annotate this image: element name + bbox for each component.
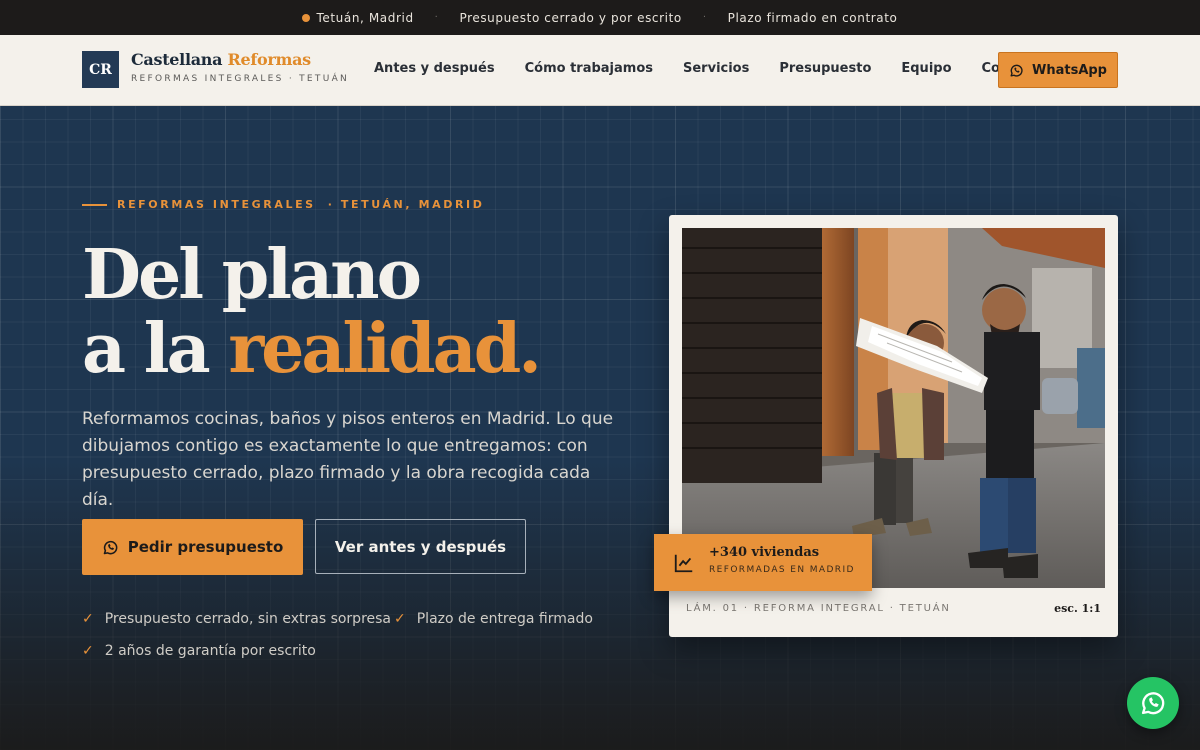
feature-item: ✓ Plazo de entrega firmado xyxy=(394,611,593,627)
topbar-point-deadline: Plazo firmado en contrato xyxy=(727,10,898,25)
request-quote-label: Pedir presupuesto xyxy=(127,538,284,556)
stat-label: REFORMADAS EN MADRID xyxy=(709,565,855,575)
headline-line-1: Del plano xyxy=(82,235,422,315)
check-icon: ✓ xyxy=(82,611,94,627)
brand-name-main: Castellana xyxy=(131,50,223,69)
headline-highlight: realidad. xyxy=(228,309,542,389)
before-after-button[interactable]: Ver antes y después xyxy=(315,519,526,574)
topbar-location: Tetuán, Madrid xyxy=(302,11,413,25)
topbar-point-budget: Presupuesto cerrado y por escrito xyxy=(459,10,682,25)
feature-item: ✓ Presupuesto cerrado, sin extras sorpre… xyxy=(82,611,391,627)
feature-text: 2 años de garantía por escrito xyxy=(104,643,316,659)
check-icon: ✓ xyxy=(82,643,94,659)
check-icon: ✓ xyxy=(394,611,406,627)
photo-scale: esc. 1:1 xyxy=(1054,602,1101,615)
eyebrow-text-services: REFORMAS INTEGRALES xyxy=(117,198,316,211)
location-dot-icon xyxy=(302,13,311,22)
projects-stat-badge: +340 viviendas REFORMADAS EN MADRID xyxy=(654,534,872,591)
feature-text: Plazo de entrega firmado xyxy=(416,611,593,627)
request-quote-button[interactable]: Pedir presupuesto xyxy=(82,519,303,575)
nav-item-equipo[interactable]: Equipo xyxy=(901,61,951,76)
whatsapp-icon xyxy=(103,540,118,554)
headline-line-2-plain: a la xyxy=(82,309,229,389)
photo-caption: LÁM. 01 · REFORMA INTEGRAL · TETUÁN xyxy=(686,603,951,614)
whatsapp-floating-button[interactable] xyxy=(1127,677,1179,729)
main-nav: Antes y después Cómo trabajamos Servicio… xyxy=(374,61,1047,76)
topbar-location-text: Tetuán, Madrid xyxy=(316,10,414,25)
hero-section: REFORMAS INTEGRALES · TETUÁN, MADRID Del… xyxy=(0,106,1200,750)
hero-eyebrow: REFORMAS INTEGRALES · TETUÁN, MADRID xyxy=(82,198,484,211)
trend-chart-icon xyxy=(674,554,693,573)
hero-headline: Del plano a la realidad. xyxy=(82,235,542,389)
brand-name[interactable]: Castellana Reformas xyxy=(131,50,311,69)
nav-item-servicios[interactable]: Servicios xyxy=(683,61,749,76)
hero-description: Reformamos cocinas, baños y pisos entero… xyxy=(82,409,614,510)
feature-text: Presupuesto cerrado, sin extras sorpresa xyxy=(104,611,392,627)
nav-item-como-trabajamos[interactable]: Cómo trabajamos xyxy=(525,61,653,76)
brand-name-accent: Reformas xyxy=(227,50,312,69)
logo-mark[interactable]: CR xyxy=(82,51,119,88)
topbar-separator: · xyxy=(434,12,439,23)
stat-number: +340 viviendas xyxy=(709,545,820,560)
eyebrow-rule xyxy=(82,203,107,206)
nav-item-presupuesto[interactable]: Presupuesto xyxy=(779,61,871,76)
site-header: CR Castellana Reformas REFORMAS INTEGRAL… xyxy=(0,35,1200,106)
brand-tagline: REFORMAS INTEGRALES · TETUÁN xyxy=(131,74,350,84)
whatsapp-button[interactable]: WhatsApp xyxy=(998,52,1118,88)
whatsapp-icon xyxy=(1141,692,1165,715)
whatsapp-icon xyxy=(1010,64,1023,77)
whatsapp-button-label: WhatsApp xyxy=(1032,62,1107,78)
eyebrow-text-location: · TETUÁN, MADRID xyxy=(327,198,485,211)
nav-item-antes-despues[interactable]: Antes y después xyxy=(374,61,495,76)
feature-item: ✓ 2 años de garantía por escrito xyxy=(82,643,316,659)
topbar-separator: · xyxy=(702,12,707,23)
top-info-bar: Tetuán, Madrid · Presupuesto cerrado y p… xyxy=(0,0,1200,35)
